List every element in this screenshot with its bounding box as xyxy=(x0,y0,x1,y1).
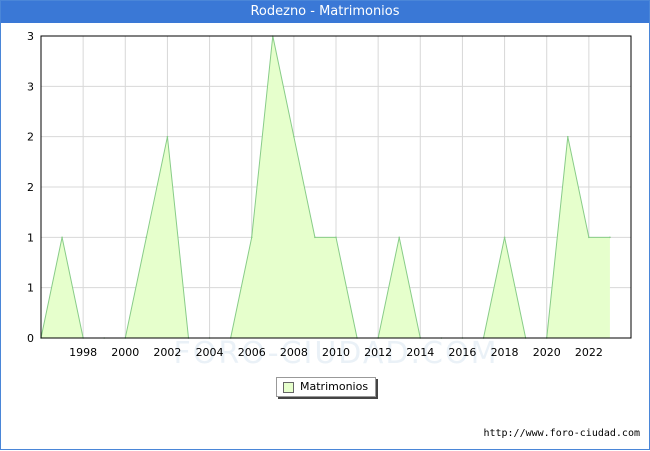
data-point xyxy=(145,236,148,239)
legend: Matrimonios xyxy=(276,377,376,397)
x-tick-label: 2002 xyxy=(153,346,181,359)
data-point xyxy=(588,236,590,239)
data-point xyxy=(293,135,295,138)
x-tick-label: 2006 xyxy=(238,346,266,359)
data-point xyxy=(335,236,337,239)
legend-label: Matrimonios xyxy=(300,380,369,393)
y-tick-label: 1 xyxy=(27,282,34,295)
data-point xyxy=(398,236,401,239)
y-tick-label: 3 xyxy=(27,80,34,93)
chart-frame: Rodezno - Matrimonios FORO-CIUDAD.COM 0 1 1… xyxy=(0,0,650,450)
data-point xyxy=(609,236,611,239)
y-tick-label: 3 xyxy=(27,30,34,43)
data-point xyxy=(503,236,506,239)
data-point xyxy=(566,135,569,138)
x-tick-label: 2022 xyxy=(575,346,603,359)
x-tick-label: 2014 xyxy=(406,346,434,359)
y-tick-label: 0 xyxy=(27,332,34,345)
x-tick-label: 2008 xyxy=(280,346,308,359)
data-point xyxy=(61,236,63,239)
data-point xyxy=(250,236,253,239)
y-tick-label: 2 xyxy=(27,131,34,144)
data-point xyxy=(314,236,316,239)
source-url: http://www.foro-ciudad.com xyxy=(483,428,640,439)
x-tick-label: 2010 xyxy=(322,346,350,359)
x-tick-label: 2012 xyxy=(364,346,392,359)
x-tick-label: 2004 xyxy=(196,346,224,359)
x-tick-label: 2020 xyxy=(533,346,561,359)
y-tick-label: 1 xyxy=(27,231,34,244)
y-tick-label: 2 xyxy=(27,181,34,194)
x-tick-label: 2016 xyxy=(448,346,476,359)
data-point xyxy=(166,135,169,138)
x-tick-label: 2018 xyxy=(491,346,519,359)
legend-swatch xyxy=(283,382,294,393)
x-tick-label: 1998 xyxy=(69,346,97,359)
x-tick-label: 2000 xyxy=(111,346,139,359)
